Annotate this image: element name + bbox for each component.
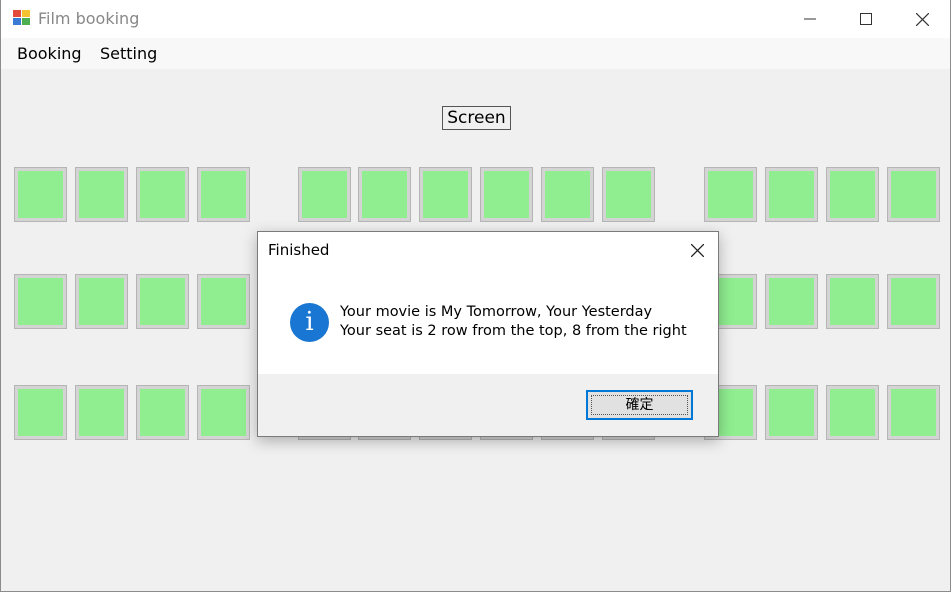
film-booking-window: Film booking Booking Setting Screen Fini… <box>0 0 951 592</box>
dialog-title: Finished <box>268 241 330 259</box>
maximize-icon <box>860 13 872 25</box>
window-title: Film booking <box>38 9 140 28</box>
dialog-message-line-1: Your movie is My Tomorrow, Your Yesterda… <box>340 304 653 320</box>
dialog-footer: 確定 <box>258 374 718 436</box>
seat-r1-c5[interactable] <box>298 167 351 222</box>
seat-r1-c14[interactable] <box>887 167 940 222</box>
menu-bar: Booking Setting <box>1 38 950 69</box>
seat-r2-c3[interactable] <box>136 274 189 329</box>
seat-r1-c2[interactable] <box>75 167 128 222</box>
minimize-icon <box>804 18 816 20</box>
seat-r3-c4[interactable] <box>197 385 250 440</box>
seat-r2-c4[interactable] <box>197 274 250 329</box>
close-icon <box>690 243 704 257</box>
seat-r1-c3[interactable] <box>136 167 189 222</box>
seat-r1-c7[interactable] <box>419 167 472 222</box>
menu-booking[interactable]: Booking <box>17 44 82 63</box>
app-icon <box>13 10 31 26</box>
finished-dialog: Finished i Your movie is My Tomorrow, Yo… <box>257 231 719 437</box>
seat-r2-c13[interactable] <box>826 274 879 329</box>
seat-r1-c13[interactable] <box>826 167 879 222</box>
seat-r2-c1[interactable] <box>14 274 67 329</box>
seat-r3-c3[interactable] <box>136 385 189 440</box>
seat-r2-c14[interactable] <box>887 274 940 329</box>
seat-r3-c14[interactable] <box>887 385 940 440</box>
seat-r1-c1[interactable] <box>14 167 67 222</box>
seat-r1-c11[interactable] <box>704 167 757 222</box>
seat-r3-c13[interactable] <box>826 385 879 440</box>
close-icon <box>915 12 929 26</box>
info-icon: i <box>290 303 329 342</box>
seat-r3-c2[interactable] <box>75 385 128 440</box>
ok-button[interactable]: 確定 <box>586 390 693 420</box>
screen-label: Screen <box>442 106 511 130</box>
minimize-button[interactable] <box>782 0 838 38</box>
dialog-close-button[interactable] <box>676 232 718 268</box>
dialog-message-line-2: Your seat is 2 row from the top, 8 from … <box>340 323 687 339</box>
seat-r2-c2[interactable] <box>75 274 128 329</box>
menu-setting[interactable]: Setting <box>100 44 157 63</box>
seat-r3-c1[interactable] <box>14 385 67 440</box>
seat-r1-c9[interactable] <box>541 167 594 222</box>
seat-r1-c12[interactable] <box>765 167 818 222</box>
seat-r1-c4[interactable] <box>197 167 250 222</box>
seat-r2-c12[interactable] <box>765 274 818 329</box>
seat-r1-c8[interactable] <box>480 167 533 222</box>
title-bar: Film booking <box>1 0 950 38</box>
seat-r1-c6[interactable] <box>358 167 411 222</box>
seat-r1-c10[interactable] <box>602 167 655 222</box>
seat-r3-c12[interactable] <box>765 385 818 440</box>
maximize-button[interactable] <box>838 0 894 38</box>
close-button[interactable] <box>894 0 950 38</box>
